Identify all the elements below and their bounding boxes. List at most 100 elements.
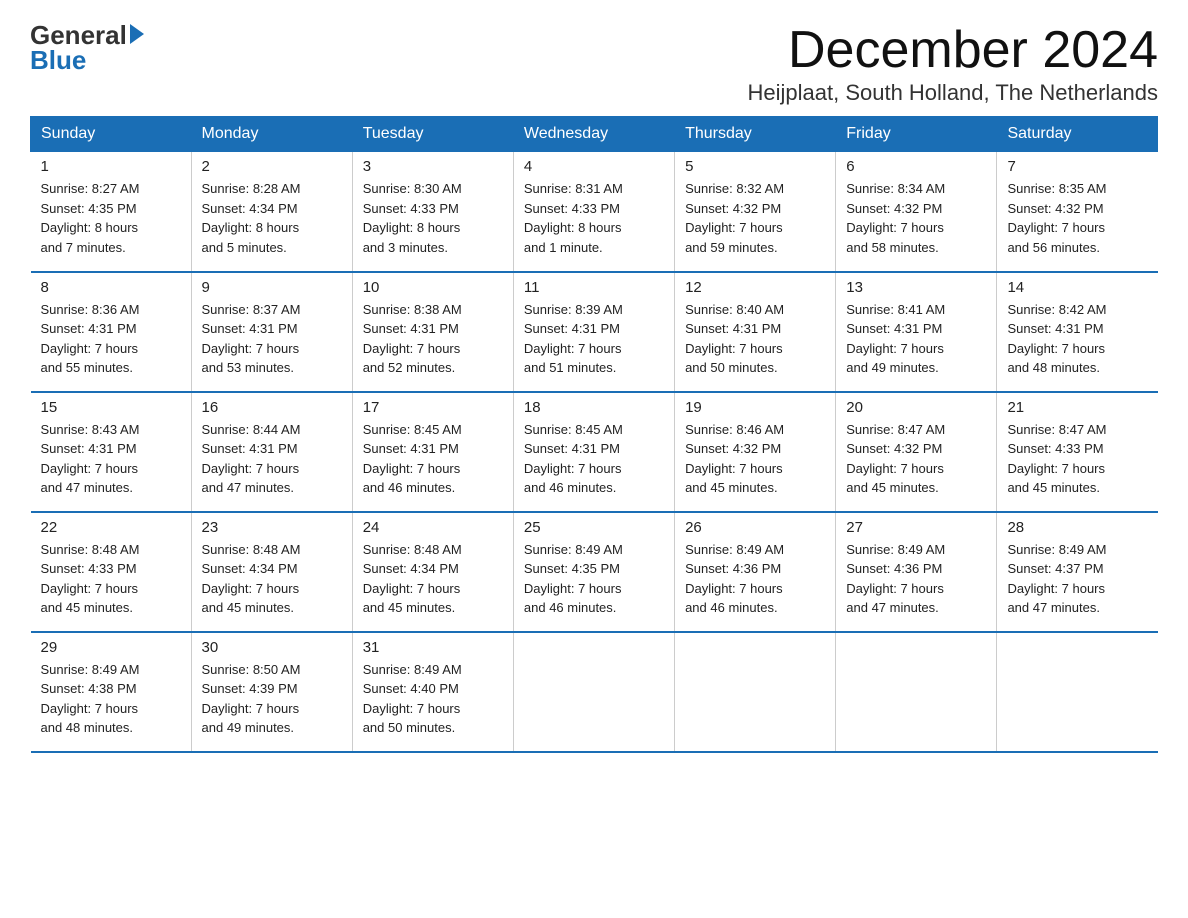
table-row: 19 Sunrise: 8:46 AM Sunset: 4:32 PM Dayl… <box>675 392 836 512</box>
day-info: Sunrise: 8:39 AM Sunset: 4:31 PM Dayligh… <box>524 300 664 378</box>
day-number: 21 <box>1007 399 1147 416</box>
table-row: 26 Sunrise: 8:49 AM Sunset: 4:36 PM Dayl… <box>675 512 836 632</box>
table-row: 30 Sunrise: 8:50 AM Sunset: 4:39 PM Dayl… <box>191 632 352 752</box>
day-info: Sunrise: 8:45 AM Sunset: 4:31 PM Dayligh… <box>524 420 664 498</box>
month-title: December 2024 <box>747 20 1158 80</box>
day-number: 31 <box>363 639 503 656</box>
table-row: 6 Sunrise: 8:34 AM Sunset: 4:32 PM Dayli… <box>836 152 997 272</box>
day-number: 28 <box>1007 519 1147 536</box>
day-number: 3 <box>363 158 503 175</box>
logo-blue-text: Blue <box>30 45 86 76</box>
table-row: 20 Sunrise: 8:47 AM Sunset: 4:32 PM Dayl… <box>836 392 997 512</box>
calendar-week-row: 29 Sunrise: 8:49 AM Sunset: 4:38 PM Dayl… <box>31 632 1158 752</box>
day-number: 12 <box>685 279 825 296</box>
day-number: 18 <box>524 399 664 416</box>
day-number: 26 <box>685 519 825 536</box>
table-row: 11 Sunrise: 8:39 AM Sunset: 4:31 PM Dayl… <box>513 272 674 392</box>
day-info: Sunrise: 8:37 AM Sunset: 4:31 PM Dayligh… <box>202 300 342 378</box>
table-row: 27 Sunrise: 8:49 AM Sunset: 4:36 PM Dayl… <box>836 512 997 632</box>
table-row: 15 Sunrise: 8:43 AM Sunset: 4:31 PM Dayl… <box>31 392 192 512</box>
day-number: 22 <box>41 519 181 536</box>
table-row: 16 Sunrise: 8:44 AM Sunset: 4:31 PM Dayl… <box>191 392 352 512</box>
day-info: Sunrise: 8:42 AM Sunset: 4:31 PM Dayligh… <box>1007 300 1147 378</box>
calendar-week-row: 1 Sunrise: 8:27 AM Sunset: 4:35 PM Dayli… <box>31 152 1158 272</box>
table-row: 25 Sunrise: 8:49 AM Sunset: 4:35 PM Dayl… <box>513 512 674 632</box>
table-row: 7 Sunrise: 8:35 AM Sunset: 4:32 PM Dayli… <box>997 152 1158 272</box>
calendar-header-row: Sunday Monday Tuesday Wednesday Thursday… <box>31 117 1158 152</box>
header-thursday: Thursday <box>675 117 836 152</box>
calendar-week-row: 22 Sunrise: 8:48 AM Sunset: 4:33 PM Dayl… <box>31 512 1158 632</box>
table-row: 10 Sunrise: 8:38 AM Sunset: 4:31 PM Dayl… <box>352 272 513 392</box>
day-info: Sunrise: 8:46 AM Sunset: 4:32 PM Dayligh… <box>685 420 825 498</box>
day-number: 1 <box>41 158 181 175</box>
day-number: 15 <box>41 399 181 416</box>
day-number: 2 <box>202 158 342 175</box>
table-row: 9 Sunrise: 8:37 AM Sunset: 4:31 PM Dayli… <box>191 272 352 392</box>
header-wednesday: Wednesday <box>513 117 674 152</box>
calendar-week-row: 15 Sunrise: 8:43 AM Sunset: 4:31 PM Dayl… <box>31 392 1158 512</box>
day-info: Sunrise: 8:43 AM Sunset: 4:31 PM Dayligh… <box>41 420 181 498</box>
day-info: Sunrise: 8:49 AM Sunset: 4:38 PM Dayligh… <box>41 660 181 738</box>
table-row: 22 Sunrise: 8:48 AM Sunset: 4:33 PM Dayl… <box>31 512 192 632</box>
day-info: Sunrise: 8:48 AM Sunset: 4:34 PM Dayligh… <box>363 540 503 618</box>
table-row: 31 Sunrise: 8:49 AM Sunset: 4:40 PM Dayl… <box>352 632 513 752</box>
table-row <box>836 632 997 752</box>
day-info: Sunrise: 8:49 AM Sunset: 4:40 PM Dayligh… <box>363 660 503 738</box>
day-number: 30 <box>202 639 342 656</box>
day-number: 20 <box>846 399 986 416</box>
table-row: 17 Sunrise: 8:45 AM Sunset: 4:31 PM Dayl… <box>352 392 513 512</box>
day-number: 8 <box>41 279 181 296</box>
day-info: Sunrise: 8:49 AM Sunset: 4:37 PM Dayligh… <box>1007 540 1147 618</box>
day-info: Sunrise: 8:47 AM Sunset: 4:33 PM Dayligh… <box>1007 420 1147 498</box>
day-info: Sunrise: 8:49 AM Sunset: 4:36 PM Dayligh… <box>685 540 825 618</box>
day-info: Sunrise: 8:27 AM Sunset: 4:35 PM Dayligh… <box>41 179 181 257</box>
day-number: 5 <box>685 158 825 175</box>
day-info: Sunrise: 8:41 AM Sunset: 4:31 PM Dayligh… <box>846 300 986 378</box>
day-info: Sunrise: 8:40 AM Sunset: 4:31 PM Dayligh… <box>685 300 825 378</box>
day-number: 19 <box>685 399 825 416</box>
table-row: 1 Sunrise: 8:27 AM Sunset: 4:35 PM Dayli… <box>31 152 192 272</box>
day-info: Sunrise: 8:47 AM Sunset: 4:32 PM Dayligh… <box>846 420 986 498</box>
day-info: Sunrise: 8:31 AM Sunset: 4:33 PM Dayligh… <box>524 179 664 257</box>
day-number: 10 <box>363 279 503 296</box>
table-row: 21 Sunrise: 8:47 AM Sunset: 4:33 PM Dayl… <box>997 392 1158 512</box>
day-number: 9 <box>202 279 342 296</box>
header-monday: Monday <box>191 117 352 152</box>
table-row: 14 Sunrise: 8:42 AM Sunset: 4:31 PM Dayl… <box>997 272 1158 392</box>
table-row: 3 Sunrise: 8:30 AM Sunset: 4:33 PM Dayli… <box>352 152 513 272</box>
table-row: 5 Sunrise: 8:32 AM Sunset: 4:32 PM Dayli… <box>675 152 836 272</box>
day-number: 6 <box>846 158 986 175</box>
day-info: Sunrise: 8:48 AM Sunset: 4:34 PM Dayligh… <box>202 540 342 618</box>
table-row: 18 Sunrise: 8:45 AM Sunset: 4:31 PM Dayl… <box>513 392 674 512</box>
logo: General Blue <box>30 20 144 76</box>
day-info: Sunrise: 8:34 AM Sunset: 4:32 PM Dayligh… <box>846 179 986 257</box>
day-number: 11 <box>524 279 664 296</box>
header-friday: Friday <box>836 117 997 152</box>
calendar-week-row: 8 Sunrise: 8:36 AM Sunset: 4:31 PM Dayli… <box>31 272 1158 392</box>
day-info: Sunrise: 8:45 AM Sunset: 4:31 PM Dayligh… <box>363 420 503 498</box>
logo-arrow-icon <box>130 24 144 44</box>
table-row: 23 Sunrise: 8:48 AM Sunset: 4:34 PM Dayl… <box>191 512 352 632</box>
location-title: Heijplaat, South Holland, The Netherland… <box>747 80 1158 106</box>
day-info: Sunrise: 8:49 AM Sunset: 4:35 PM Dayligh… <box>524 540 664 618</box>
day-info: Sunrise: 8:44 AM Sunset: 4:31 PM Dayligh… <box>202 420 342 498</box>
table-row: 13 Sunrise: 8:41 AM Sunset: 4:31 PM Dayl… <box>836 272 997 392</box>
day-number: 17 <box>363 399 503 416</box>
day-info: Sunrise: 8:28 AM Sunset: 4:34 PM Dayligh… <box>202 179 342 257</box>
day-number: 27 <box>846 519 986 536</box>
day-info: Sunrise: 8:36 AM Sunset: 4:31 PM Dayligh… <box>41 300 181 378</box>
day-number: 7 <box>1007 158 1147 175</box>
day-info: Sunrise: 8:50 AM Sunset: 4:39 PM Dayligh… <box>202 660 342 738</box>
table-row: 2 Sunrise: 8:28 AM Sunset: 4:34 PM Dayli… <box>191 152 352 272</box>
table-row: 28 Sunrise: 8:49 AM Sunset: 4:37 PM Dayl… <box>997 512 1158 632</box>
day-number: 24 <box>363 519 503 536</box>
day-number: 29 <box>41 639 181 656</box>
day-number: 23 <box>202 519 342 536</box>
table-row: 12 Sunrise: 8:40 AM Sunset: 4:31 PM Dayl… <box>675 272 836 392</box>
table-row <box>675 632 836 752</box>
header-tuesday: Tuesday <box>352 117 513 152</box>
day-info: Sunrise: 8:49 AM Sunset: 4:36 PM Dayligh… <box>846 540 986 618</box>
day-number: 4 <box>524 158 664 175</box>
day-info: Sunrise: 8:32 AM Sunset: 4:32 PM Dayligh… <box>685 179 825 257</box>
table-row: 4 Sunrise: 8:31 AM Sunset: 4:33 PM Dayli… <box>513 152 674 272</box>
